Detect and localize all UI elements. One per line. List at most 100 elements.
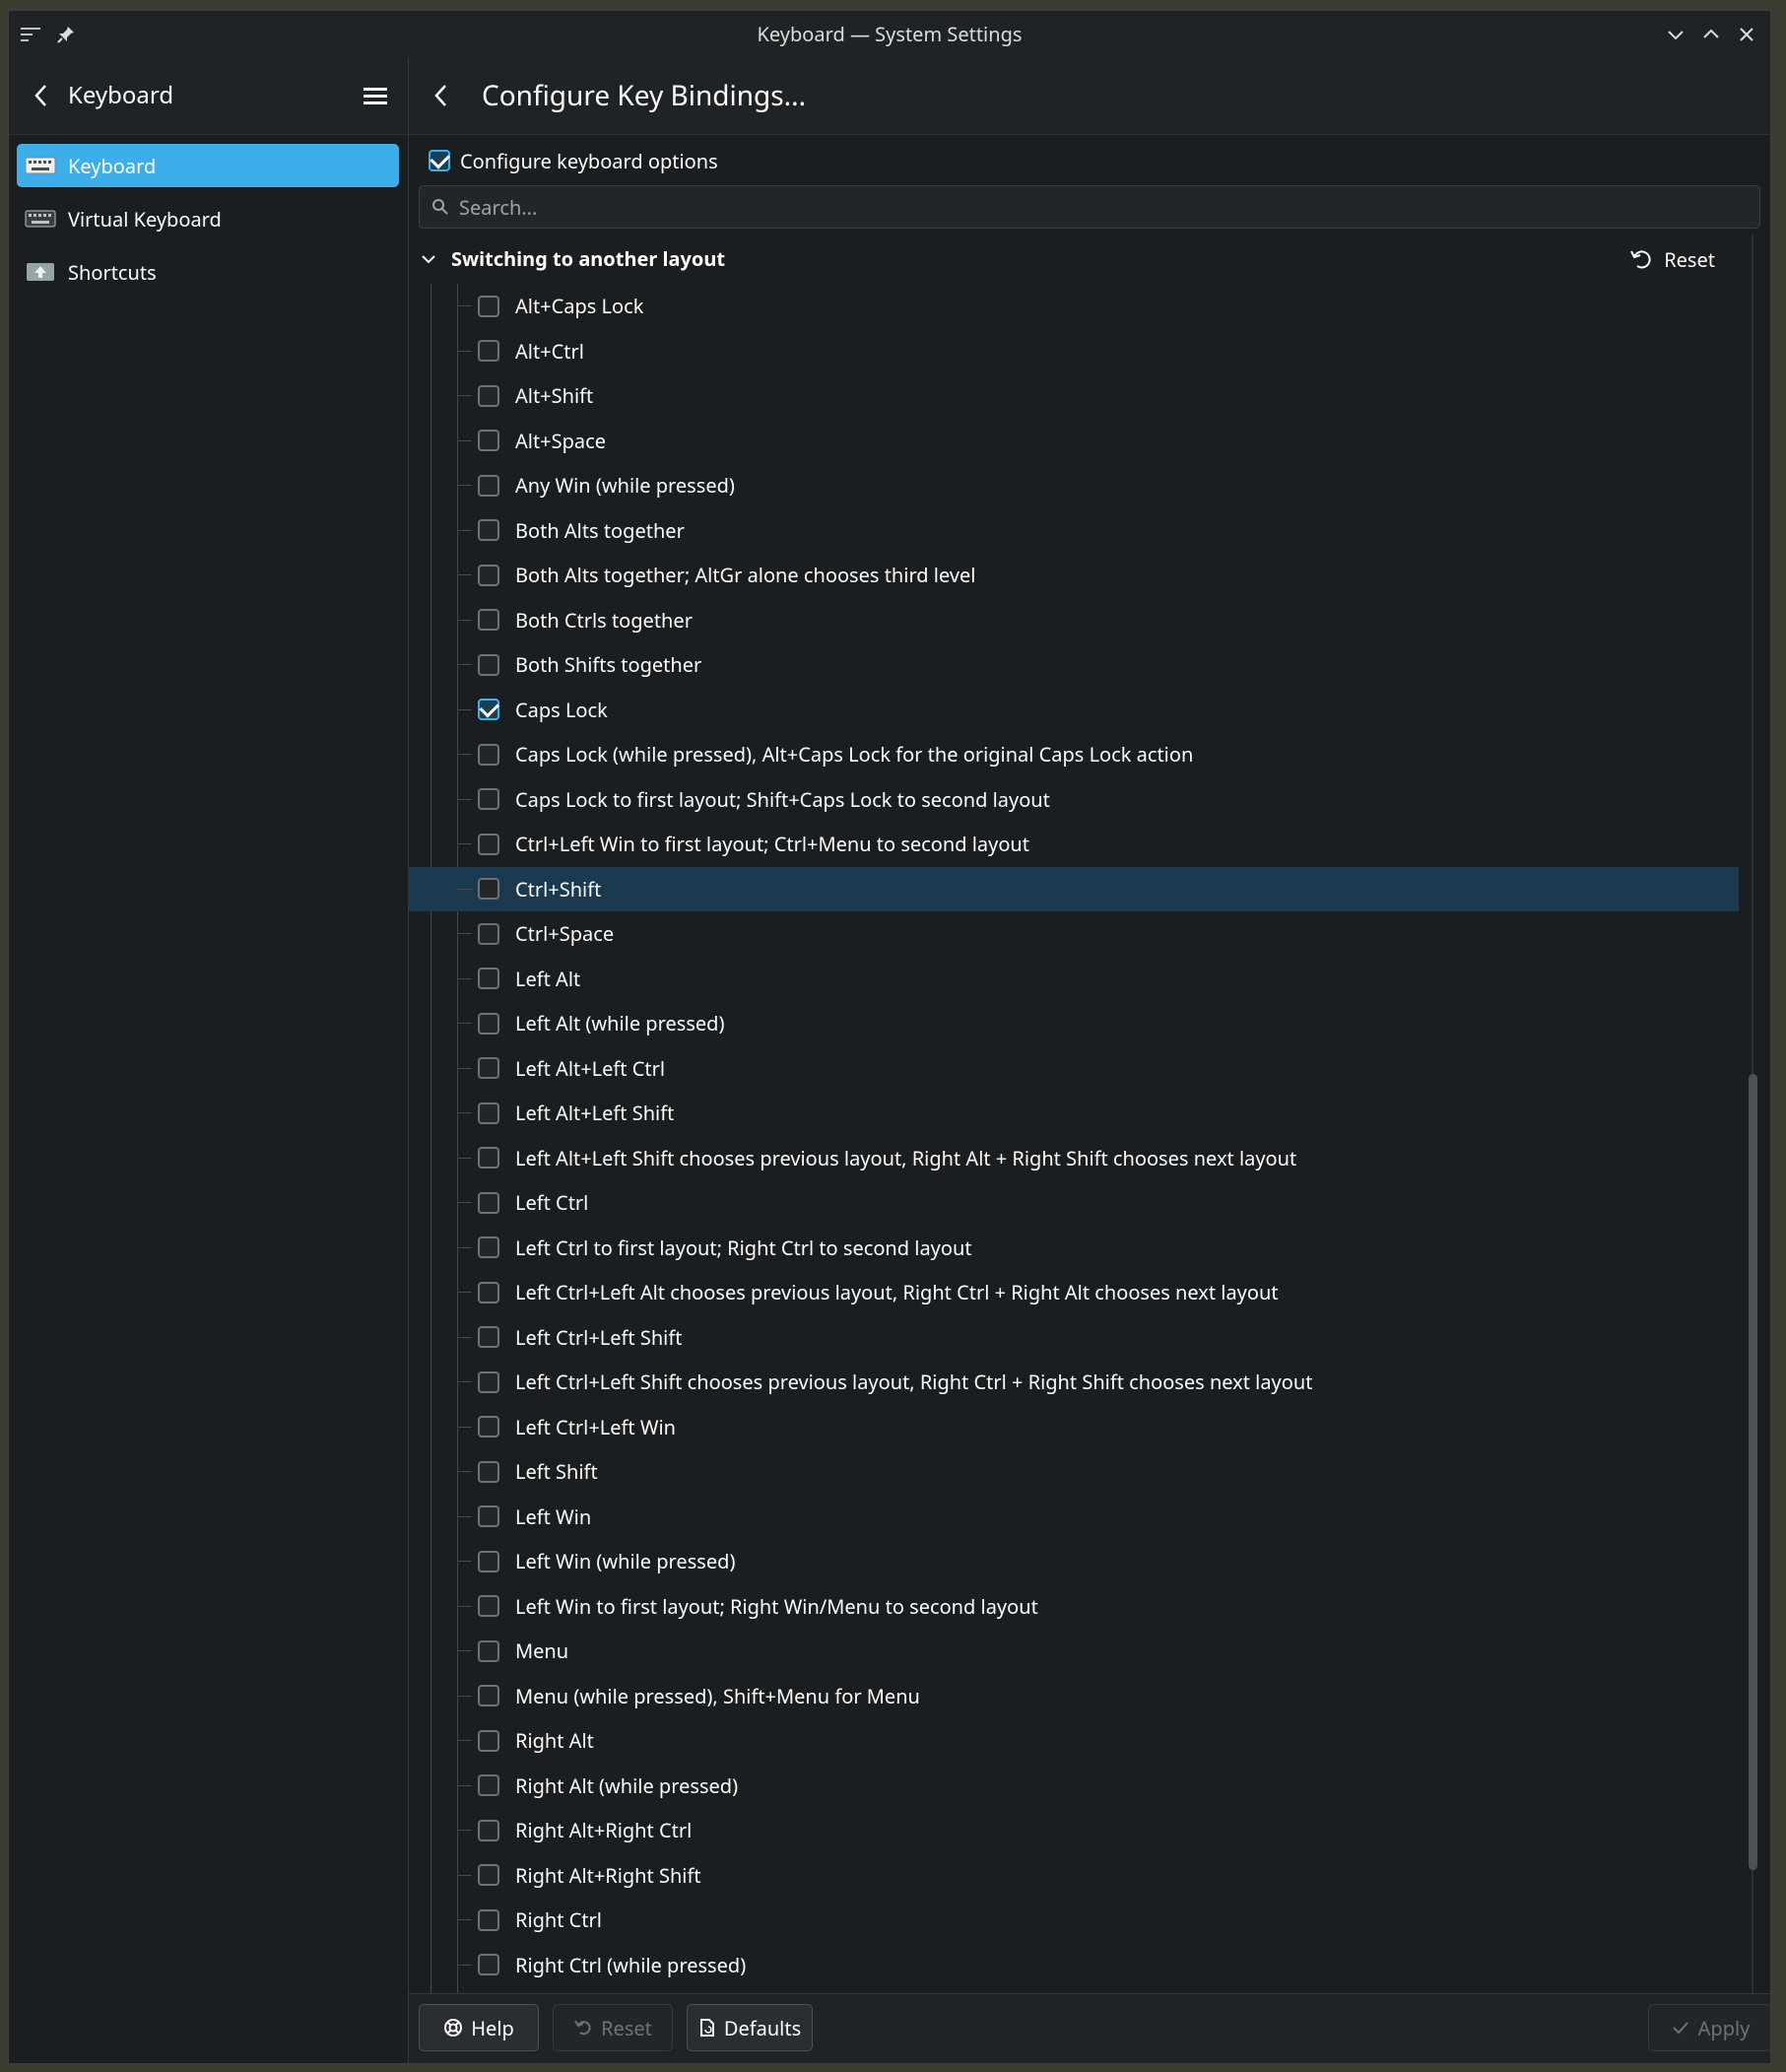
option-row[interactable]: Caps Lock (while pressed), Alt+Caps Lock… [409,732,1739,777]
option-checkbox[interactable] [478,1012,499,1035]
option-checkbox[interactable] [478,788,499,811]
option-checkbox[interactable] [478,1595,499,1618]
search-field[interactable] [419,185,1760,229]
option-row[interactable]: Caps Lock to first layout; Shift+Caps Lo… [409,777,1739,823]
option-checkbox[interactable] [478,295,499,317]
option-row[interactable]: Right Ctrl [409,1898,1739,1943]
option-checkbox[interactable] [478,1639,499,1662]
option-row[interactable]: Ctrl+Space [409,911,1739,957]
option-row[interactable]: Left Win to first layout; Right Win/Menu… [409,1584,1739,1630]
option-checkbox[interactable] [478,1237,499,1259]
option-checkbox[interactable] [478,1370,499,1393]
option-row[interactable]: Right Alt+Right Shift [409,1853,1739,1899]
option-checkbox[interactable] [478,833,499,855]
option-row[interactable]: Both Alts together; AltGr alone chooses … [409,553,1739,598]
option-row[interactable]: Left Ctrl+Left Shift chooses previous la… [409,1360,1739,1405]
option-row[interactable]: Right Alt (while pressed) [409,1764,1739,1809]
option-row[interactable]: Ctrl+Left Win to first layout; Ctrl+Menu… [409,822,1739,867]
option-checkbox[interactable] [478,1774,499,1797]
option-checkbox[interactable] [478,1281,499,1303]
option-row[interactable]: Left Alt (while pressed) [409,1001,1739,1046]
sidebar-item-shortcuts[interactable]: Shortcuts [17,250,399,294]
option-row[interactable]: Alt+Shift [409,373,1739,419]
reset-button[interactable]: Reset [553,2004,673,2051]
option-row[interactable]: Left Shift [409,1449,1739,1495]
option-checkbox[interactable] [478,1954,499,1976]
option-row[interactable]: Ctrl+Shift [409,866,1739,911]
option-row[interactable]: Left Alt+Left Shift [409,1091,1739,1136]
option-checkbox[interactable] [478,1191,499,1214]
option-checkbox[interactable] [478,1057,499,1080]
scrollbar-thumb[interactable] [1749,1074,1757,1870]
option-row[interactable]: Left Win (while pressed) [409,1539,1739,1584]
option-row[interactable]: Left Ctrl [409,1180,1739,1226]
apply-button[interactable]: Apply [1648,2004,1770,2051]
option-row[interactable]: Left Win [409,1495,1739,1540]
minimize-icon[interactable] [1662,21,1689,48]
option-checkbox[interactable] [478,1505,499,1528]
defaults-button[interactable]: Defaults [687,2004,813,2051]
option-checkbox[interactable] [478,968,499,990]
option-row[interactable]: Menu [409,1629,1739,1674]
option-row[interactable]: Both Ctrls together [409,598,1739,643]
help-button[interactable]: Help [419,2004,539,2051]
option-row[interactable]: Left Ctrl+Left Win [409,1405,1739,1450]
option-checkbox[interactable] [478,340,499,363]
option-row[interactable]: Both Shifts together [409,642,1739,688]
option-row[interactable]: Menu (while pressed), Shift+Menu for Men… [409,1674,1739,1719]
option-row[interactable]: Left Ctrl to first layout; Right Ctrl to… [409,1226,1739,1271]
option-checkbox[interactable] [478,1102,499,1124]
option-checkbox[interactable] [478,743,499,766]
vertical-scrollbar[interactable] [1747,234,1758,2047]
option-checkbox[interactable] [478,519,499,542]
search-input[interactable] [457,192,1759,222]
option-row[interactable]: Right Alt [409,1718,1739,1764]
option-row[interactable]: Alt+Caps Lock [409,284,1739,329]
option-checkbox[interactable] [478,878,499,901]
option-checkbox[interactable] [478,1550,499,1572]
tree-branch-line [458,1740,472,1741]
option-checkbox[interactable] [478,1864,499,1887]
back-arrow-icon[interactable] [427,81,456,110]
option-row[interactable]: Left Ctrl+Left Alt chooses previous layo… [409,1270,1739,1315]
option-checkbox[interactable] [478,699,499,721]
maximize-icon[interactable] [1697,21,1725,48]
chevron-down-icon[interactable] [419,249,438,269]
option-checkbox[interactable] [478,384,499,407]
back-arrow-icon[interactable] [27,81,56,110]
option-checkbox[interactable] [478,1685,499,1707]
option-checkbox[interactable] [478,609,499,632]
sidebar-item-keyboard[interactable]: Keyboard [17,144,399,187]
option-checkbox[interactable] [478,653,499,676]
hamburger-menu-icon[interactable] [360,81,391,110]
option-checkbox[interactable] [478,1908,499,1931]
configure-keyboard-options-checkbox[interactable]: Configure keyboard options [419,144,718,177]
group-switching-layout-header[interactable]: Switching to another layout Reset [409,234,1739,284]
sidebar-item-virtual-keyboard[interactable]: Virtual Keyboard [17,197,399,240]
option-row[interactable]: Right Ctrl (while pressed) [409,1943,1739,1988]
option-row[interactable]: Right Alt+Right Ctrl [409,1808,1739,1853]
option-row[interactable]: Caps Lock [409,688,1739,733]
option-checkbox[interactable] [478,1729,499,1752]
option-row[interactable]: Alt+Space [409,419,1739,464]
option-row[interactable]: Alt+Ctrl [409,329,1739,374]
option-checkbox[interactable] [478,1819,499,1841]
checkbox[interactable] [429,150,450,171]
option-checkbox[interactable] [478,1460,499,1483]
option-checkbox[interactable] [478,474,499,497]
option-row[interactable]: Left Alt+Left Shift chooses previous lay… [409,1136,1739,1181]
option-checkbox[interactable] [478,564,499,586]
option-checkbox[interactable] [478,1147,499,1170]
option-checkbox[interactable] [478,430,499,452]
tree-branch-line [458,529,472,531]
option-checkbox[interactable] [478,1416,499,1438]
option-row[interactable]: Left Alt [409,957,1739,1002]
option-row[interactable]: Left Alt+Left Ctrl [409,1046,1739,1092]
option-row[interactable]: Left Ctrl+Left Shift [409,1315,1739,1361]
close-icon[interactable] [1733,21,1760,48]
group-reset-button[interactable]: Reset [1628,240,1715,278]
option-row[interactable]: Both Alts together [409,508,1739,554]
option-row[interactable]: Any Win (while pressed) [409,463,1739,508]
option-checkbox[interactable] [478,922,499,945]
option-checkbox[interactable] [478,1326,499,1349]
